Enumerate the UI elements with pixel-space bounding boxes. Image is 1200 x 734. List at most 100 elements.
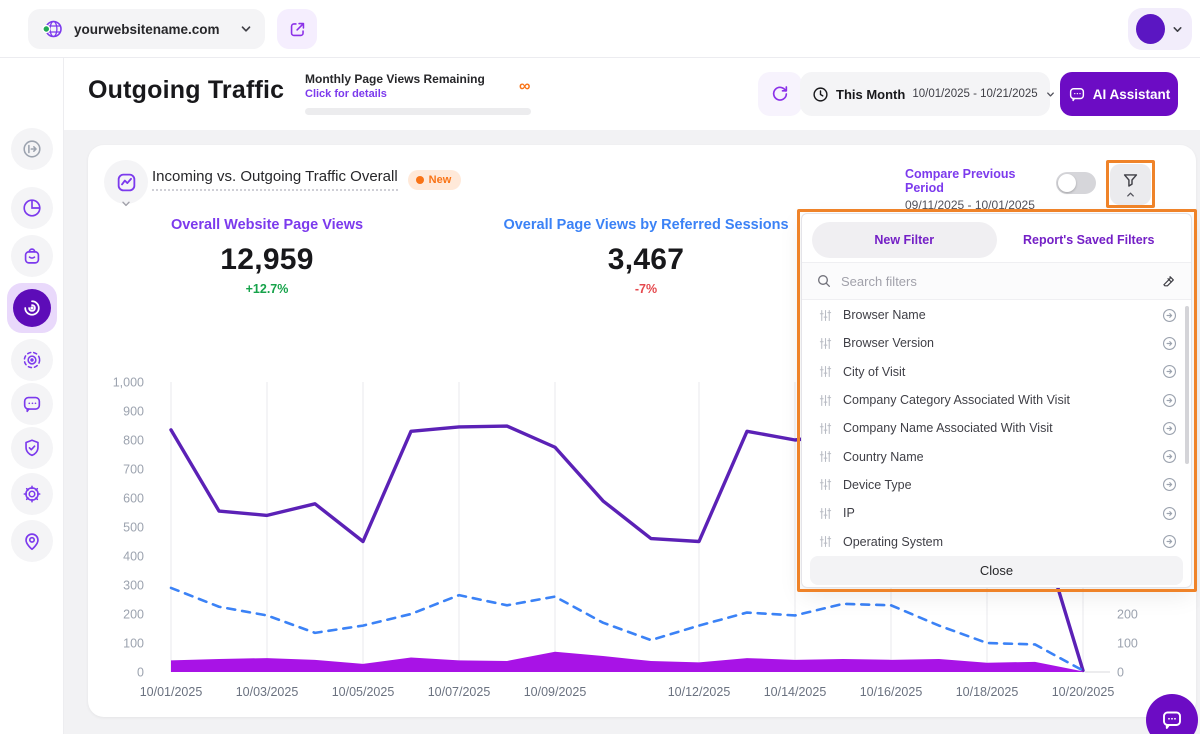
chevron-down-icon — [1171, 23, 1184, 36]
svg-text:10/05/2025: 10/05/2025 — [332, 685, 395, 699]
svg-text:10/18/2025: 10/18/2025 — [956, 685, 1019, 699]
filter-apply-arrow-icon[interactable] — [1161, 533, 1178, 550]
pie-chart-icon — [21, 197, 43, 219]
scrollbar[interactable] — [1185, 306, 1189, 464]
svg-text:10/16/2025: 10/16/2025 — [860, 685, 923, 699]
close-button[interactable]: Close — [810, 556, 1183, 585]
filter-apply-arrow-icon[interactable] — [1161, 476, 1178, 493]
svg-text:800: 800 — [123, 434, 144, 448]
filter-item-label: Browser Name — [843, 308, 1151, 322]
svg-text:10/09/2025: 10/09/2025 — [524, 685, 587, 699]
widget-title: Incoming vs. Outgoing Traffic Overall — [152, 168, 398, 191]
filter-button[interactable] — [1110, 164, 1151, 205]
tab-new-filter[interactable]: New Filter — [812, 222, 997, 258]
compare-toggle[interactable] — [1056, 172, 1096, 194]
sliders-icon — [818, 506, 833, 521]
infinity-icon: ∞ — [519, 78, 530, 96]
svg-text:500: 500 — [123, 521, 144, 535]
sidebar-item-settings[interactable] — [11, 473, 53, 515]
svg-text:10/01/2025: 10/01/2025 — [140, 685, 203, 699]
chevron-down-icon — [239, 22, 253, 36]
svg-text:10/03/2025: 10/03/2025 — [236, 685, 299, 699]
search-filters-input[interactable] — [841, 274, 1151, 289]
website-name: yourwebsitename.com — [74, 22, 229, 37]
filter-apply-arrow-icon[interactable] — [1161, 505, 1178, 522]
filter-item-row[interactable]: Company Name Associated With Visit — [802, 414, 1191, 442]
metric-label: Overall Page Views by Referred Sessions — [496, 217, 796, 233]
compare-range: 09/11/2025 - 10/01/2025 — [905, 198, 1055, 212]
sidebar-item-dashboard[interactable] — [11, 187, 53, 229]
refresh-icon — [770, 84, 790, 104]
filter-item-label: Company Category Associated With Visit — [843, 393, 1151, 407]
compare-previous-period: Compare Previous Period 09/11/2025 - 10/… — [905, 167, 1055, 212]
filter-item-label: City of Visit — [843, 365, 1151, 379]
sidebar-item-security[interactable] — [11, 427, 53, 469]
sidebar-item-messages[interactable] — [11, 383, 53, 425]
filter-item-row[interactable]: Device Type — [802, 471, 1191, 499]
filter-list: Browser Name Browser Version City of Visit… — [802, 301, 1191, 556]
external-link-icon — [288, 20, 307, 39]
filter-item-label: Operating System — [843, 535, 1151, 549]
svg-text:1,000: 1,000 — [113, 376, 144, 390]
new-badge: New — [408, 170, 462, 190]
date-range-picker[interactable]: This Month 10/01/2025 - 10/21/2025 — [800, 72, 1050, 116]
quota-progress-bar — [305, 108, 531, 115]
svg-text:200: 200 — [123, 608, 144, 622]
filter-apply-arrow-icon[interactable] — [1161, 307, 1178, 324]
compare-label: Compare Previous Period — [905, 167, 1055, 195]
period-range: 10/01/2025 - 10/21/2025 — [912, 88, 1037, 100]
topbar: yourwebsitename.com — [0, 0, 1200, 58]
funnel-icon — [1121, 172, 1140, 189]
sliders-icon — [818, 308, 833, 323]
website-selector[interactable]: yourwebsitename.com — [28, 9, 265, 49]
filter-item-row[interactable]: Browser Name — [802, 301, 1191, 329]
svg-text:700: 700 — [123, 463, 144, 477]
shield-check-icon — [21, 437, 43, 459]
chat-bubble-icon — [1160, 708, 1184, 732]
sliders-icon — [818, 364, 833, 379]
collapse-sidebar-button[interactable] — [11, 128, 53, 170]
filter-apply-arrow-icon[interactable] — [1161, 448, 1178, 465]
ai-chat-icon — [1068, 85, 1086, 103]
ai-assistant-button[interactable]: AI Assistant — [1060, 72, 1178, 116]
filter-apply-arrow-icon[interactable] — [1161, 335, 1178, 352]
filter-item-row[interactable]: Company Category Associated With Visit — [802, 386, 1191, 414]
metric-value: 12,959 — [147, 243, 387, 277]
filter-item-row[interactable]: Operating System — [802, 527, 1191, 555]
eraser-icon[interactable] — [1160, 273, 1177, 290]
trend-chart-icon — [115, 171, 138, 194]
svg-text:400: 400 — [123, 550, 144, 564]
sidebar-item-store[interactable] — [11, 235, 53, 277]
filter-item-row[interactable]: Country Name — [802, 442, 1191, 470]
filter-panel: New Filter Report's Saved Filters Browse… — [801, 213, 1192, 588]
filter-item-row[interactable]: Browser Version — [802, 329, 1191, 357]
filter-tabs: New Filter Report's Saved Filters — [812, 222, 1181, 258]
metric-referred-sessions: Overall Page Views by Referred Sessions … — [496, 217, 796, 296]
gear-icon — [21, 483, 43, 505]
filter-apply-arrow-icon[interactable] — [1161, 363, 1178, 380]
tab-saved-filters[interactable]: Report's Saved Filters — [997, 222, 1182, 258]
dashboard-page: yourwebsitename.com — [0, 0, 1200, 734]
sidebar-item-traffic-active[interactable] — [7, 283, 57, 333]
filter-item-row[interactable]: IP — [802, 499, 1191, 527]
user-menu[interactable] — [1128, 8, 1192, 50]
sidebar-item-recordings[interactable] — [11, 339, 53, 381]
filter-item-row[interactable]: City of Visit — [802, 358, 1191, 386]
filter-apply-arrow-icon[interactable] — [1161, 392, 1178, 409]
open-website-button[interactable] — [277, 9, 317, 49]
search-icon — [816, 273, 832, 289]
shopping-bag-icon — [21, 245, 43, 267]
chat-bubble-icon — [21, 393, 43, 415]
chevron-down-icon — [120, 198, 132, 210]
filter-apply-arrow-icon[interactable] — [1161, 420, 1178, 437]
sliders-icon — [818, 477, 833, 492]
badge-dot-icon — [416, 176, 424, 184]
sidebar-item-locations[interactable] — [11, 520, 53, 562]
quota-details-link[interactable]: Click for details — [305, 88, 387, 100]
svg-text:10/20/2025: 10/20/2025 — [1052, 685, 1115, 699]
sliders-icon — [818, 534, 833, 549]
refresh-button[interactable] — [758, 72, 802, 116]
svg-text:300: 300 — [123, 579, 144, 593]
sliders-icon — [818, 449, 833, 464]
sidebar — [0, 58, 64, 734]
